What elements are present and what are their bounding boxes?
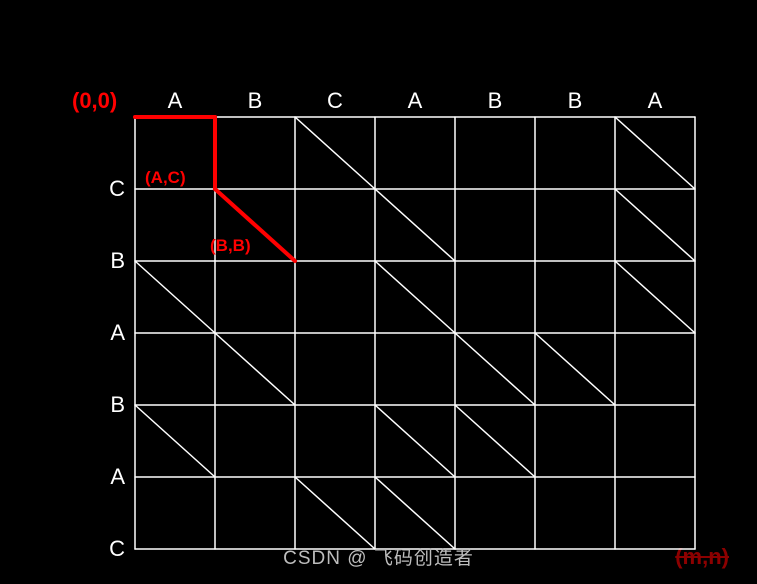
diagram-stage: (0,0) (m,n) A B C A B B A C B A B A C (A… <box>0 0 757 584</box>
annotation-b-b: (B,B) <box>210 236 251 256</box>
grid-svg <box>0 0 757 584</box>
annotation-a-c: (A,C) <box>145 168 186 188</box>
